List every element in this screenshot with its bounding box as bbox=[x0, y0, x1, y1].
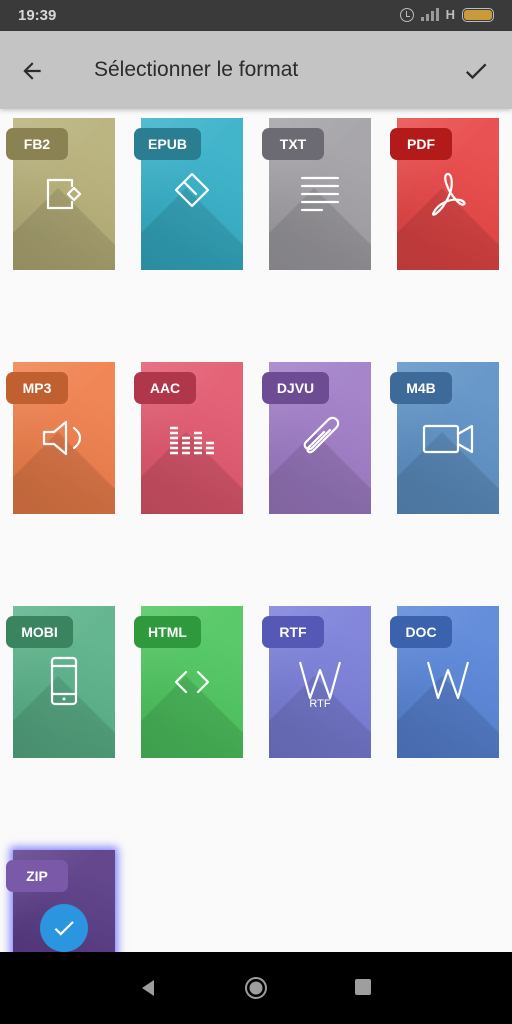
format-badge: AAC bbox=[134, 372, 196, 404]
code-brackets-icon bbox=[162, 652, 222, 712]
status-bar: 19:39 H bbox=[0, 0, 512, 31]
navigation-bar bbox=[0, 952, 512, 1024]
status-time: 19:39 bbox=[18, 7, 57, 24]
back-button[interactable] bbox=[14, 53, 50, 89]
word-w-icon bbox=[418, 652, 478, 712]
format-badge: PDF bbox=[390, 128, 452, 160]
format-badge: HTML bbox=[134, 616, 201, 648]
nav-home-icon[interactable] bbox=[244, 976, 268, 1000]
paperclip-icon bbox=[290, 408, 350, 468]
video-camera-icon bbox=[418, 408, 478, 468]
format-badge: M4B bbox=[390, 372, 452, 404]
format-badge: MOBI bbox=[6, 616, 73, 648]
format-badge: DJVU bbox=[262, 372, 329, 404]
page-title: Sélectionner le format bbox=[94, 58, 299, 81]
nav-back-icon[interactable] bbox=[138, 978, 158, 998]
text-lines-icon bbox=[290, 164, 350, 224]
format-badge: MP3 bbox=[6, 372, 68, 404]
status-icons: H bbox=[399, 7, 494, 22]
checkmark-icon bbox=[465, 63, 487, 80]
format-grid: FB2 EPUB TXT PDF MP3 AAC DJVU M4B MOBI HTML RTF RT… bbox=[0, 109, 512, 952]
equalizer-icon bbox=[162, 408, 222, 468]
nav-recents-icon[interactable] bbox=[354, 978, 372, 996]
alarm-icon bbox=[399, 7, 414, 22]
format-badge: RTF bbox=[262, 616, 324, 648]
confirm-button[interactable] bbox=[458, 53, 494, 89]
fb2-icon bbox=[34, 164, 94, 224]
format-sublabel: RTF bbox=[309, 698, 331, 710]
screen: 19:39 H Sélectionner le format FB2 EPUB TX… bbox=[0, 0, 512, 1024]
format-badge: EPUB bbox=[134, 128, 201, 160]
speaker-icon bbox=[34, 408, 94, 468]
format-badge: DOC bbox=[390, 616, 452, 648]
battery-icon bbox=[462, 7, 494, 22]
selected-check-icon bbox=[40, 904, 88, 952]
arrow-left-icon bbox=[23, 62, 41, 80]
epub-icon bbox=[162, 164, 222, 224]
format-badge: FB2 bbox=[6, 128, 68, 160]
format-badge: TXT bbox=[262, 128, 324, 160]
network-type: H bbox=[445, 7, 455, 22]
phone-icon bbox=[34, 652, 94, 712]
signal-icon bbox=[420, 8, 439, 21]
format-badge: ZIP bbox=[6, 860, 68, 892]
app-bar: Sélectionner le format bbox=[0, 31, 512, 109]
acrobat-icon bbox=[418, 164, 478, 224]
